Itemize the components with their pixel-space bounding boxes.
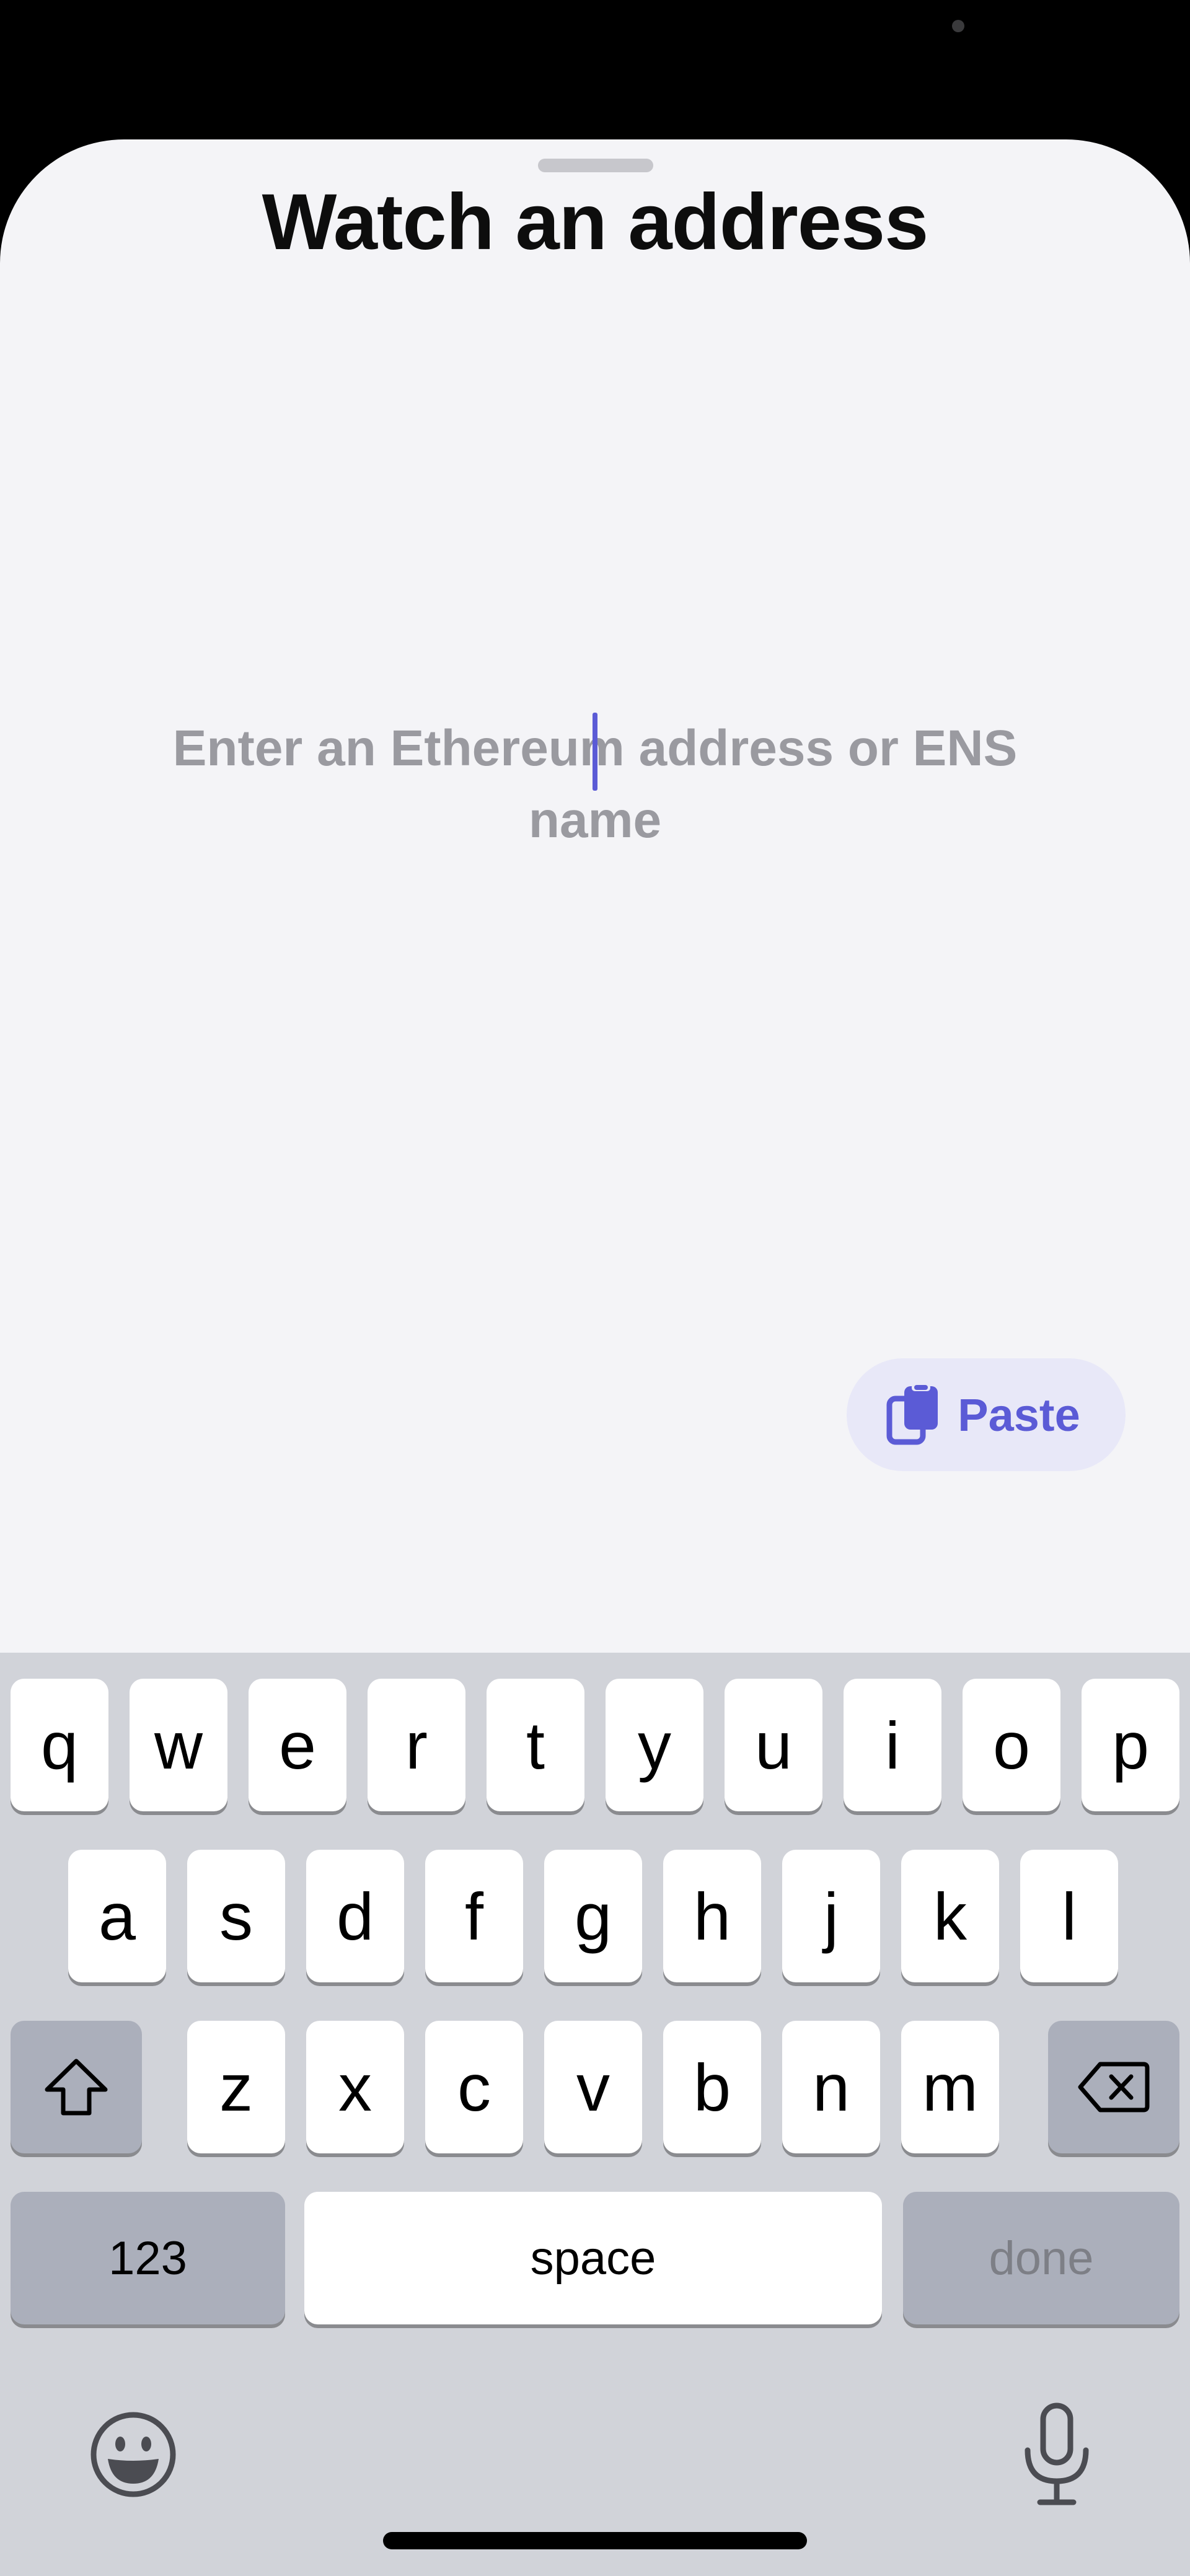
backspace-icon [1078, 2062, 1150, 2112]
key-c[interactable]: c [425, 2021, 523, 2153]
key-x[interactable]: x [306, 2021, 404, 2153]
key-a[interactable]: a [68, 1850, 166, 1982]
numbers-key-label: 123 [108, 2231, 187, 2285]
key-b[interactable]: b [663, 2021, 761, 2153]
page-title: Watch an address [262, 178, 929, 266]
space-key[interactable]: space [304, 2192, 882, 2324]
shift-icon [45, 2059, 108, 2116]
key-z[interactable]: z [187, 2021, 285, 2153]
key-t[interactable]: t [487, 1679, 584, 1811]
microphone-icon[interactable] [1016, 2402, 1097, 2507]
done-key-label: done [989, 2231, 1094, 2285]
key-u[interactable]: u [725, 1679, 822, 1811]
key-p[interactable]: p [1082, 1679, 1179, 1811]
clipboard-icon [886, 1384, 938, 1445]
key-h[interactable]: h [663, 1850, 761, 1982]
key-d[interactable]: d [306, 1850, 404, 1982]
key-i[interactable]: i [844, 1679, 941, 1811]
key-k[interactable]: k [901, 1850, 999, 1982]
keyboard: q w e r t y u i o p a s d f g h j k l z … [0, 1653, 1190, 2576]
paste-button[interactable]: Paste [847, 1358, 1126, 1471]
key-l[interactable]: l [1020, 1850, 1118, 1982]
space-key-label: space [530, 2231, 656, 2285]
delete-key[interactable] [1048, 2021, 1179, 2153]
done-key[interactable]: done [903, 2192, 1179, 2324]
key-f[interactable]: f [425, 1850, 523, 1982]
shift-key[interactable] [11, 2021, 142, 2153]
key-y[interactable]: y [606, 1679, 703, 1811]
key-o[interactable]: o [963, 1679, 1060, 1811]
key-s[interactable]: s [187, 1850, 285, 1982]
key-w[interactable]: w [130, 1679, 227, 1811]
screen: Watch an address Paste q w e r t y u i o… [0, 0, 1190, 2576]
address-input-area[interactable] [161, 713, 1029, 886]
camera-dot [952, 20, 964, 32]
home-indicator [383, 2532, 807, 2549]
key-g[interactable]: g [544, 1850, 642, 1982]
key-q[interactable]: q [11, 1679, 108, 1811]
emoji-icon[interactable] [87, 2408, 180, 2501]
numbers-key[interactable]: 123 [11, 2192, 285, 2324]
key-r[interactable]: r [368, 1679, 465, 1811]
key-e[interactable]: e [249, 1679, 346, 1811]
key-v[interactable]: v [544, 2021, 642, 2153]
key-m[interactable]: m [901, 2021, 999, 2153]
key-n[interactable]: n [782, 2021, 880, 2153]
sheet-grabber[interactable] [538, 159, 653, 172]
paste-label: Paste [958, 1389, 1080, 1441]
key-j[interactable]: j [782, 1850, 880, 1982]
text-caret [593, 713, 597, 791]
